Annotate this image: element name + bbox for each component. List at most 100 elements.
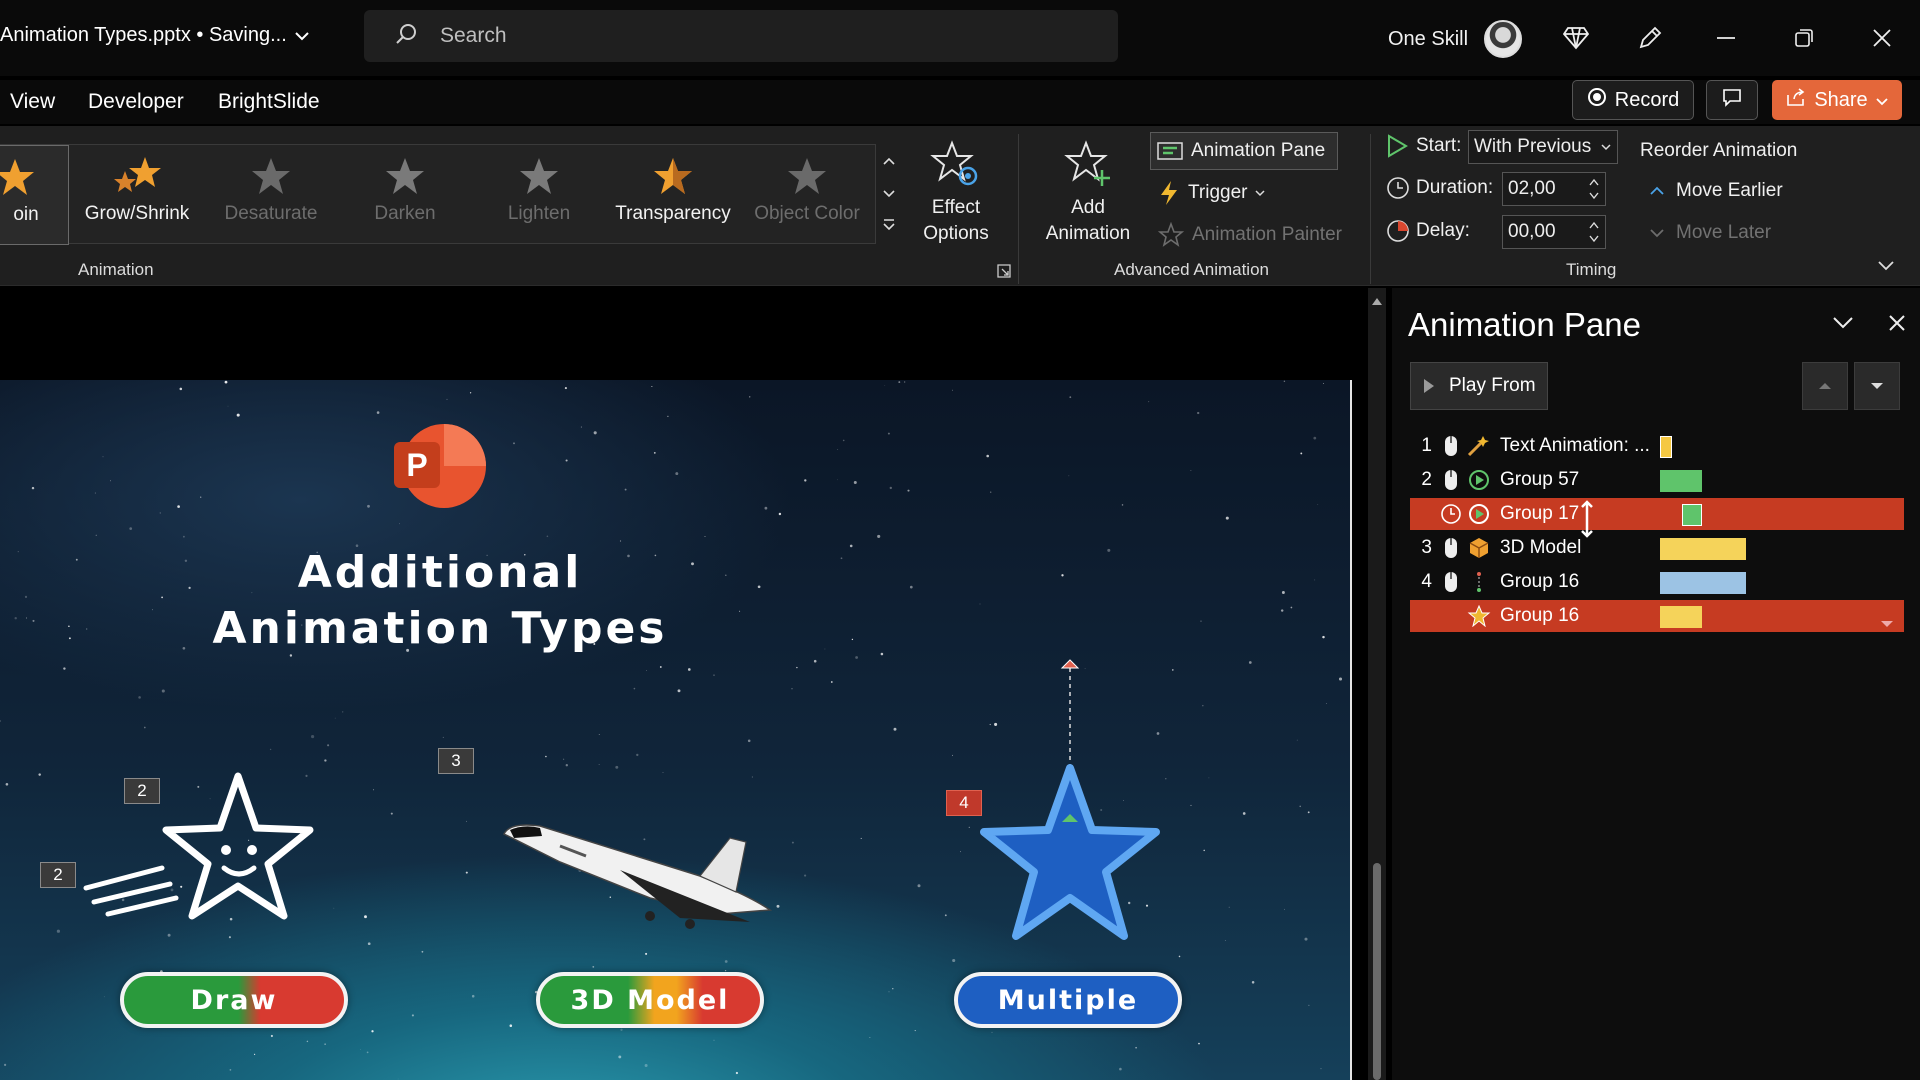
background-star xyxy=(75,558,78,561)
animation-row[interactable]: 3 3D Model xyxy=(1410,532,1904,564)
background-star xyxy=(979,603,981,605)
space-shuttle-model[interactable] xyxy=(500,800,790,940)
gallery-item-transparency[interactable]: Transparency xyxy=(606,145,740,245)
duration-input[interactable]: 02,00 xyxy=(1502,172,1606,206)
record-button[interactable]: Record xyxy=(1572,80,1694,120)
background-star xyxy=(907,489,910,492)
background-star xyxy=(110,480,111,482)
row-name: Text Animation: ... xyxy=(1500,435,1650,456)
duration-label: Duration: xyxy=(1416,177,1494,198)
ribbon-separator xyxy=(1370,134,1371,284)
slide-title[interactable]: Additional Animation Types xyxy=(160,545,720,657)
chevron-down-icon xyxy=(1650,229,1664,238)
drawn-star-shape[interactable] xyxy=(80,768,320,928)
gallery-item-desaturate[interactable]: Desaturate xyxy=(204,145,338,245)
animation-row[interactable]: 4 Group 16 xyxy=(1410,566,1904,598)
motion-path-star[interactable] xyxy=(980,650,1160,950)
gallery-more-icon[interactable] xyxy=(883,218,895,236)
delay-clock-icon xyxy=(1387,220,1409,242)
background-star xyxy=(893,727,897,731)
dialog-launcher-icon[interactable] xyxy=(997,264,1011,283)
move-down-button[interactable] xyxy=(1854,362,1900,410)
slide-scrollbar[interactable] xyxy=(1368,288,1386,1080)
draw-button[interactable]: Draw xyxy=(120,972,348,1028)
effect-options-button[interactable]: Effect Options xyxy=(908,140,1004,247)
chevron-down-icon[interactable] xyxy=(1832,316,1854,335)
gallery-item-lighten[interactable]: Lighten xyxy=(472,145,606,245)
tab-view[interactable]: View xyxy=(10,90,55,114)
background-star xyxy=(1248,661,1252,664)
animation-tag[interactable]: 3 xyxy=(438,748,474,774)
mouse-icon xyxy=(1438,435,1464,457)
move-earlier-button[interactable]: Move Earlier xyxy=(1650,180,1783,202)
account-area[interactable]: One Skill xyxy=(1388,20,1523,58)
document-title[interactable]: Animation Types.pptx • Saving... xyxy=(0,24,309,47)
gallery-item-object-color[interactable]: Object Color xyxy=(740,145,874,245)
chevron-down-icon[interactable] xyxy=(295,24,309,47)
comments-button[interactable] xyxy=(1706,80,1758,120)
gallery-item-darken[interactable]: Darken xyxy=(338,145,472,245)
gallery-item-grow-shrink[interactable]: Grow/Shrink xyxy=(70,145,204,245)
animation-pane-button[interactable]: Animation Pane xyxy=(1150,132,1338,170)
timeline-bar[interactable] xyxy=(1660,538,1746,560)
gallery-item-spin[interactable]: oin xyxy=(0,145,69,245)
minimize-icon[interactable] xyxy=(1706,18,1746,58)
3d-model-button[interactable]: 3D Model xyxy=(536,972,764,1028)
background-star xyxy=(757,585,761,589)
animation-gallery: oin Grow/Shrink Desaturate Darken Lighte… xyxy=(0,144,876,245)
pen-icon[interactable] xyxy=(1630,18,1670,58)
timeline-bar[interactable] xyxy=(1660,436,1672,458)
move-later-button[interactable]: Move Later xyxy=(1650,222,1771,244)
timeline-bar[interactable] xyxy=(1660,470,1702,492)
animation-row-selected[interactable]: Group 17 xyxy=(1410,498,1904,538)
slide-canvas[interactable]: P Additional Animation Types 2 2 3 4 Dra… xyxy=(0,380,1352,1080)
chevron-down-icon xyxy=(1255,189,1266,196)
share-icon xyxy=(1786,87,1806,113)
background-star xyxy=(1242,812,1246,815)
chevron-down-icon[interactable] xyxy=(883,185,895,203)
animation-row[interactable]: 2 Group 57 xyxy=(1410,464,1904,496)
stepper-icon[interactable] xyxy=(1589,219,1599,251)
animation-row[interactable]: 1 Text Animation: ... xyxy=(1410,430,1904,462)
play-from-button[interactable]: Play From xyxy=(1410,362,1548,410)
avatar[interactable] xyxy=(1484,20,1523,58)
trigger-button[interactable]: Trigger xyxy=(1158,180,1266,206)
animation-tag[interactable]: 2 xyxy=(40,862,76,888)
row-dropdown-icon[interactable] xyxy=(1880,612,1894,634)
background-star xyxy=(103,996,105,998)
background-star xyxy=(224,380,228,384)
tab-brightslide[interactable]: BrightSlide xyxy=(218,90,320,114)
chevron-up-icon[interactable] xyxy=(883,152,895,170)
close-icon[interactable] xyxy=(1888,314,1906,337)
add-animation-button[interactable]: Add Animation xyxy=(1030,140,1146,247)
delay-control: Delay: xyxy=(1386,219,1470,243)
timeline-bar[interactable] xyxy=(1660,572,1746,594)
scrollbar-thumb[interactable] xyxy=(1373,863,1381,1080)
diamond-icon[interactable] xyxy=(1556,18,1596,58)
background-star xyxy=(228,936,231,939)
stepper-icon[interactable] xyxy=(1589,176,1599,208)
background-star xyxy=(159,512,162,514)
animation-tag[interactable]: 4 xyxy=(946,790,982,816)
svg-text:P: P xyxy=(406,447,427,483)
play-icon xyxy=(1388,134,1408,158)
animation-row-selected[interactable]: Group 16 xyxy=(1410,600,1904,632)
mouse-icon xyxy=(1438,469,1464,491)
timeline-bar[interactable] xyxy=(1682,504,1702,526)
restore-icon[interactable] xyxy=(1784,18,1824,58)
move-up-button[interactable] xyxy=(1802,362,1848,410)
timeline-bar[interactable] xyxy=(1660,606,1702,628)
close-icon[interactable] xyxy=(1862,18,1902,58)
tab-developer[interactable]: Developer xyxy=(88,90,184,114)
gallery-item-label: Object Color xyxy=(754,203,860,224)
background-star xyxy=(592,966,595,968)
animation-painter-button[interactable]: Animation Painter xyxy=(1158,222,1342,248)
background-star xyxy=(704,536,706,537)
multiple-button[interactable]: Multiple xyxy=(954,972,1182,1028)
delay-input[interactable]: 00,00 xyxy=(1502,215,1606,249)
scroll-up-icon[interactable] xyxy=(1371,296,1383,306)
ribbon-collapse-icon[interactable] xyxy=(1878,258,1894,276)
start-select[interactable]: With Previous xyxy=(1468,130,1618,164)
share-button[interactable]: Share xyxy=(1772,80,1902,120)
search-input[interactable]: Search xyxy=(364,10,1118,62)
